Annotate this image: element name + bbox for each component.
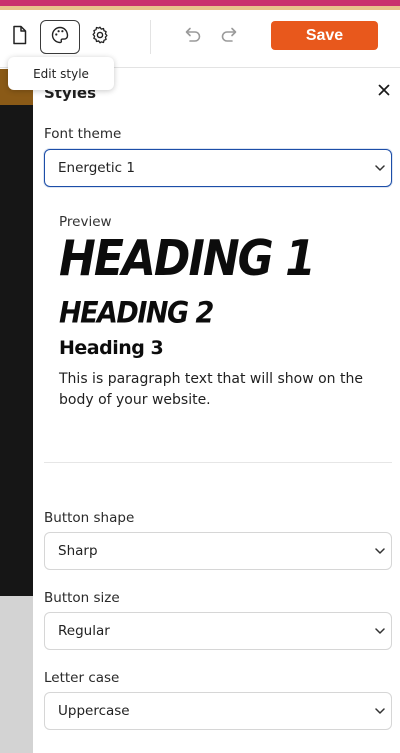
button-shape-label: Button shape [44, 510, 135, 526]
edit-style-tooltip: Edit style [8, 57, 114, 90]
letter-case-select[interactable]: Uppercase [44, 692, 392, 730]
font-theme-value: Energetic 1 [58, 160, 135, 176]
edit-style-button[interactable] [40, 20, 80, 54]
undo-button[interactable] [172, 20, 212, 54]
preview-paragraph: This is paragraph text that will show on… [59, 371, 363, 408]
preview-heading-1: HEADING 1 [59, 230, 316, 288]
page-button[interactable] [0, 20, 40, 54]
font-theme-select[interactable]: Energetic 1 [44, 149, 392, 187]
settings-button[interactable] [80, 20, 120, 54]
button-size-select[interactable]: Regular [44, 612, 392, 650]
chevron-down-icon [373, 624, 387, 638]
redo-icon [220, 26, 240, 48]
close-button[interactable] [373, 79, 395, 101]
close-icon [378, 81, 390, 100]
chevron-down-icon [373, 704, 387, 718]
chevron-down-icon [373, 544, 387, 558]
button-shape-value: Sharp [58, 543, 98, 559]
letter-case-label: Letter case [44, 670, 120, 686]
preview-heading-3: Heading 3 [59, 337, 164, 359]
redo-button[interactable] [210, 20, 250, 54]
preview-label: Preview [59, 214, 112, 230]
button-shape-select[interactable]: Sharp [44, 532, 392, 570]
section-divider [44, 462, 392, 463]
chevron-down-icon [373, 161, 387, 175]
letter-case-value: Uppercase [58, 703, 130, 719]
preview-heading-2: HEADING 2 [59, 296, 214, 331]
styles-panel: Styles Font theme Energetic 1 Preview HE… [33, 69, 400, 753]
font-theme-label: Font theme [44, 126, 122, 142]
undo-icon [182, 26, 202, 48]
page-icon [11, 25, 29, 49]
button-size-label: Button size [44, 590, 120, 606]
save-button[interactable]: Save [271, 21, 378, 50]
canvas-page-preview [0, 69, 33, 596]
toolbar-divider [150, 20, 151, 54]
button-size-value: Regular [58, 623, 110, 639]
gear-icon [90, 25, 110, 49]
palette-icon [50, 25, 70, 49]
